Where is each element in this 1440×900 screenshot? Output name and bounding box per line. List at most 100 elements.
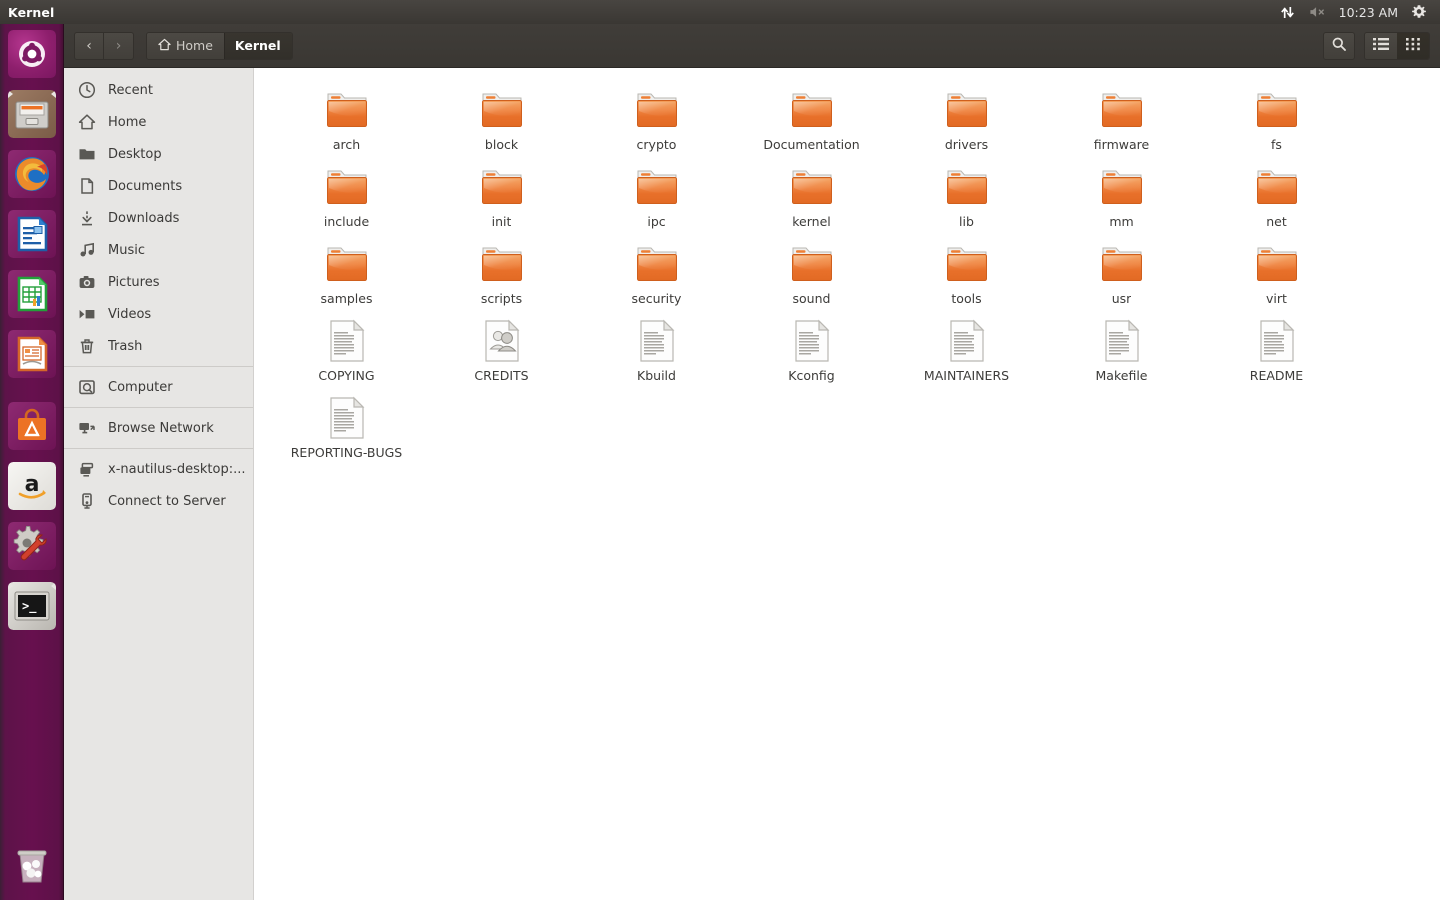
file-item[interactable]: drivers xyxy=(889,82,1044,159)
file-item[interactable]: scripts xyxy=(424,236,579,313)
file-item[interactable]: crypto xyxy=(579,82,734,159)
file-item-label: ipc xyxy=(647,214,666,229)
sidebar-item-recent[interactable]: Recent xyxy=(64,74,253,106)
file-item[interactable]: fs xyxy=(1199,82,1354,159)
folder-icon xyxy=(943,240,991,288)
file-item[interactable]: arch xyxy=(269,82,424,159)
file-item-label: mm xyxy=(1109,214,1134,229)
running-indicator-left xyxy=(8,582,13,590)
sidebar-item-music[interactable]: Music xyxy=(64,234,253,266)
launcher-item-libreoffice-writer[interactable] xyxy=(8,210,56,258)
launcher-item-firefox[interactable] xyxy=(8,150,56,198)
file-item[interactable]: mm xyxy=(1044,159,1199,236)
file-item[interactable]: Makefile xyxy=(1044,313,1199,390)
running-indicator-left xyxy=(8,90,13,98)
folder-icon xyxy=(478,240,526,288)
sidebar-item-documents[interactable]: Documents xyxy=(64,170,253,202)
file-item[interactable]: REPORTING-BUGS xyxy=(269,390,424,467)
file-item[interactable]: virt xyxy=(1199,236,1354,313)
file-item[interactable]: usr xyxy=(1044,236,1199,313)
places-sidebar: Recent Home Desktop Documents Downloads Music… xyxy=(64,68,254,900)
sidebar-item-home[interactable]: Home xyxy=(64,106,253,138)
sidebar-item-browse-network[interactable]: Browse Network xyxy=(64,412,253,444)
grid-view-icon xyxy=(1406,36,1420,55)
file-item[interactable]: COPYING xyxy=(269,313,424,390)
launcher-item-terminal[interactable]: >_ xyxy=(8,582,56,630)
launcher-item-amazon[interactable]: a xyxy=(8,462,56,510)
launcher-item-system-settings[interactable] xyxy=(8,522,56,570)
breadcrumb-item-home[interactable]: Home xyxy=(147,32,224,59)
file-item[interactable]: block xyxy=(424,82,579,159)
file-item[interactable]: firmware xyxy=(1044,82,1199,159)
back-button[interactable]: ‹ xyxy=(74,31,104,60)
file-item[interactable]: ipc xyxy=(579,159,734,236)
sidebar-item-desktop[interactable]: Desktop xyxy=(64,138,253,170)
file-item-label: arch xyxy=(332,137,361,152)
desktop-icon xyxy=(78,460,96,478)
file-grid-view[interactable]: arch block crypto Documentation drivers firmw… xyxy=(255,68,1440,900)
sidebar-item-trash[interactable]: Trash xyxy=(64,330,253,362)
file-manager-window: ‹ › Home Kernel Recent Home Desktop Docu… xyxy=(64,24,1440,900)
file-item-label: Documentation xyxy=(763,137,860,152)
file-item[interactable]: Kbuild xyxy=(579,313,734,390)
launcher-item-files[interactable] xyxy=(8,90,56,138)
file-item[interactable]: Documentation xyxy=(734,82,889,159)
file-item[interactable]: CREDITS xyxy=(424,313,579,390)
launcher-item-libreoffice-calc[interactable] xyxy=(8,270,56,318)
sidebar-item-computer[interactable]: Computer xyxy=(64,371,253,403)
folder-icon xyxy=(633,86,681,134)
launcher-item-ubuntu-dash[interactable] xyxy=(8,30,56,78)
breadcrumb-label: Kernel xyxy=(234,38,281,53)
list-view-icon xyxy=(1373,36,1389,55)
launcher-item-trash[interactable] xyxy=(8,842,56,890)
view-mode-group xyxy=(1364,31,1430,60)
sidebar-item-pictures[interactable]: Pictures xyxy=(64,266,253,298)
forward-button[interactable]: › xyxy=(104,31,134,60)
system-tray: 10:23 AM xyxy=(1273,0,1440,24)
sidebar-item-videos[interactable]: Videos xyxy=(64,298,253,330)
top-panel: Kernel 10:23 AM xyxy=(0,0,1440,24)
grid-view-button[interactable] xyxy=(1397,32,1429,59)
volume-muted-icon[interactable] xyxy=(1302,0,1333,24)
file-item[interactable]: net xyxy=(1199,159,1354,236)
text-file-icon xyxy=(788,317,836,365)
file-item[interactable]: MAINTAINERS xyxy=(889,313,1044,390)
sidebar-item-downloads[interactable]: Downloads xyxy=(64,202,253,234)
clock-label[interactable]: 10:23 AM xyxy=(1333,5,1404,20)
breadcrumb-item-kernel[interactable]: Kernel xyxy=(223,32,292,59)
sidebar-item-x-nautilus-desktop[interactable]: x-nautilus-desktop:... xyxy=(64,453,253,485)
folder-icon xyxy=(78,145,96,163)
file-item-label: block xyxy=(484,137,519,152)
file-item[interactable]: sound xyxy=(734,236,889,313)
file-item[interactable]: lib xyxy=(889,159,1044,236)
file-item[interactable]: tools xyxy=(889,236,1044,313)
folder-icon xyxy=(323,86,371,134)
running-indicator-right xyxy=(51,90,56,98)
file-item[interactable]: Kconfig xyxy=(734,313,889,390)
launcher-item-libreoffice-impress[interactable] xyxy=(8,330,56,378)
list-view-button[interactable] xyxy=(1365,32,1397,59)
file-item[interactable]: include xyxy=(269,159,424,236)
file-item-label: MAINTAINERS xyxy=(923,368,1010,383)
file-manager-toolbar: ‹ › Home Kernel xyxy=(64,24,1440,68)
launcher-item-ubuntu-software[interactable] xyxy=(8,402,56,450)
file-item[interactable]: samples xyxy=(269,236,424,313)
panel-window-title[interactable]: Kernel xyxy=(8,5,54,20)
sidebar-item-label: Downloads xyxy=(108,210,180,226)
file-item[interactable]: security xyxy=(579,236,734,313)
file-item[interactable]: README xyxy=(1199,313,1354,390)
file-item[interactable]: kernel xyxy=(734,159,889,236)
home-icon xyxy=(78,113,96,131)
file-item-label: firmware xyxy=(1093,137,1150,152)
folder-icon xyxy=(478,86,526,134)
network-updown-icon[interactable] xyxy=(1273,0,1302,24)
folder-icon xyxy=(1098,240,1146,288)
file-item-label: tools xyxy=(951,291,982,306)
file-item-label: Makefile xyxy=(1095,368,1148,383)
search-button[interactable] xyxy=(1323,31,1355,60)
file-item-label: crypto xyxy=(636,137,677,152)
file-item[interactable]: init xyxy=(424,159,579,236)
sidebar-item-connect-to-server[interactable]: Connect to Server xyxy=(64,485,253,517)
system-gear-icon[interactable] xyxy=(1404,0,1434,24)
svg-text:a: a xyxy=(25,472,40,497)
